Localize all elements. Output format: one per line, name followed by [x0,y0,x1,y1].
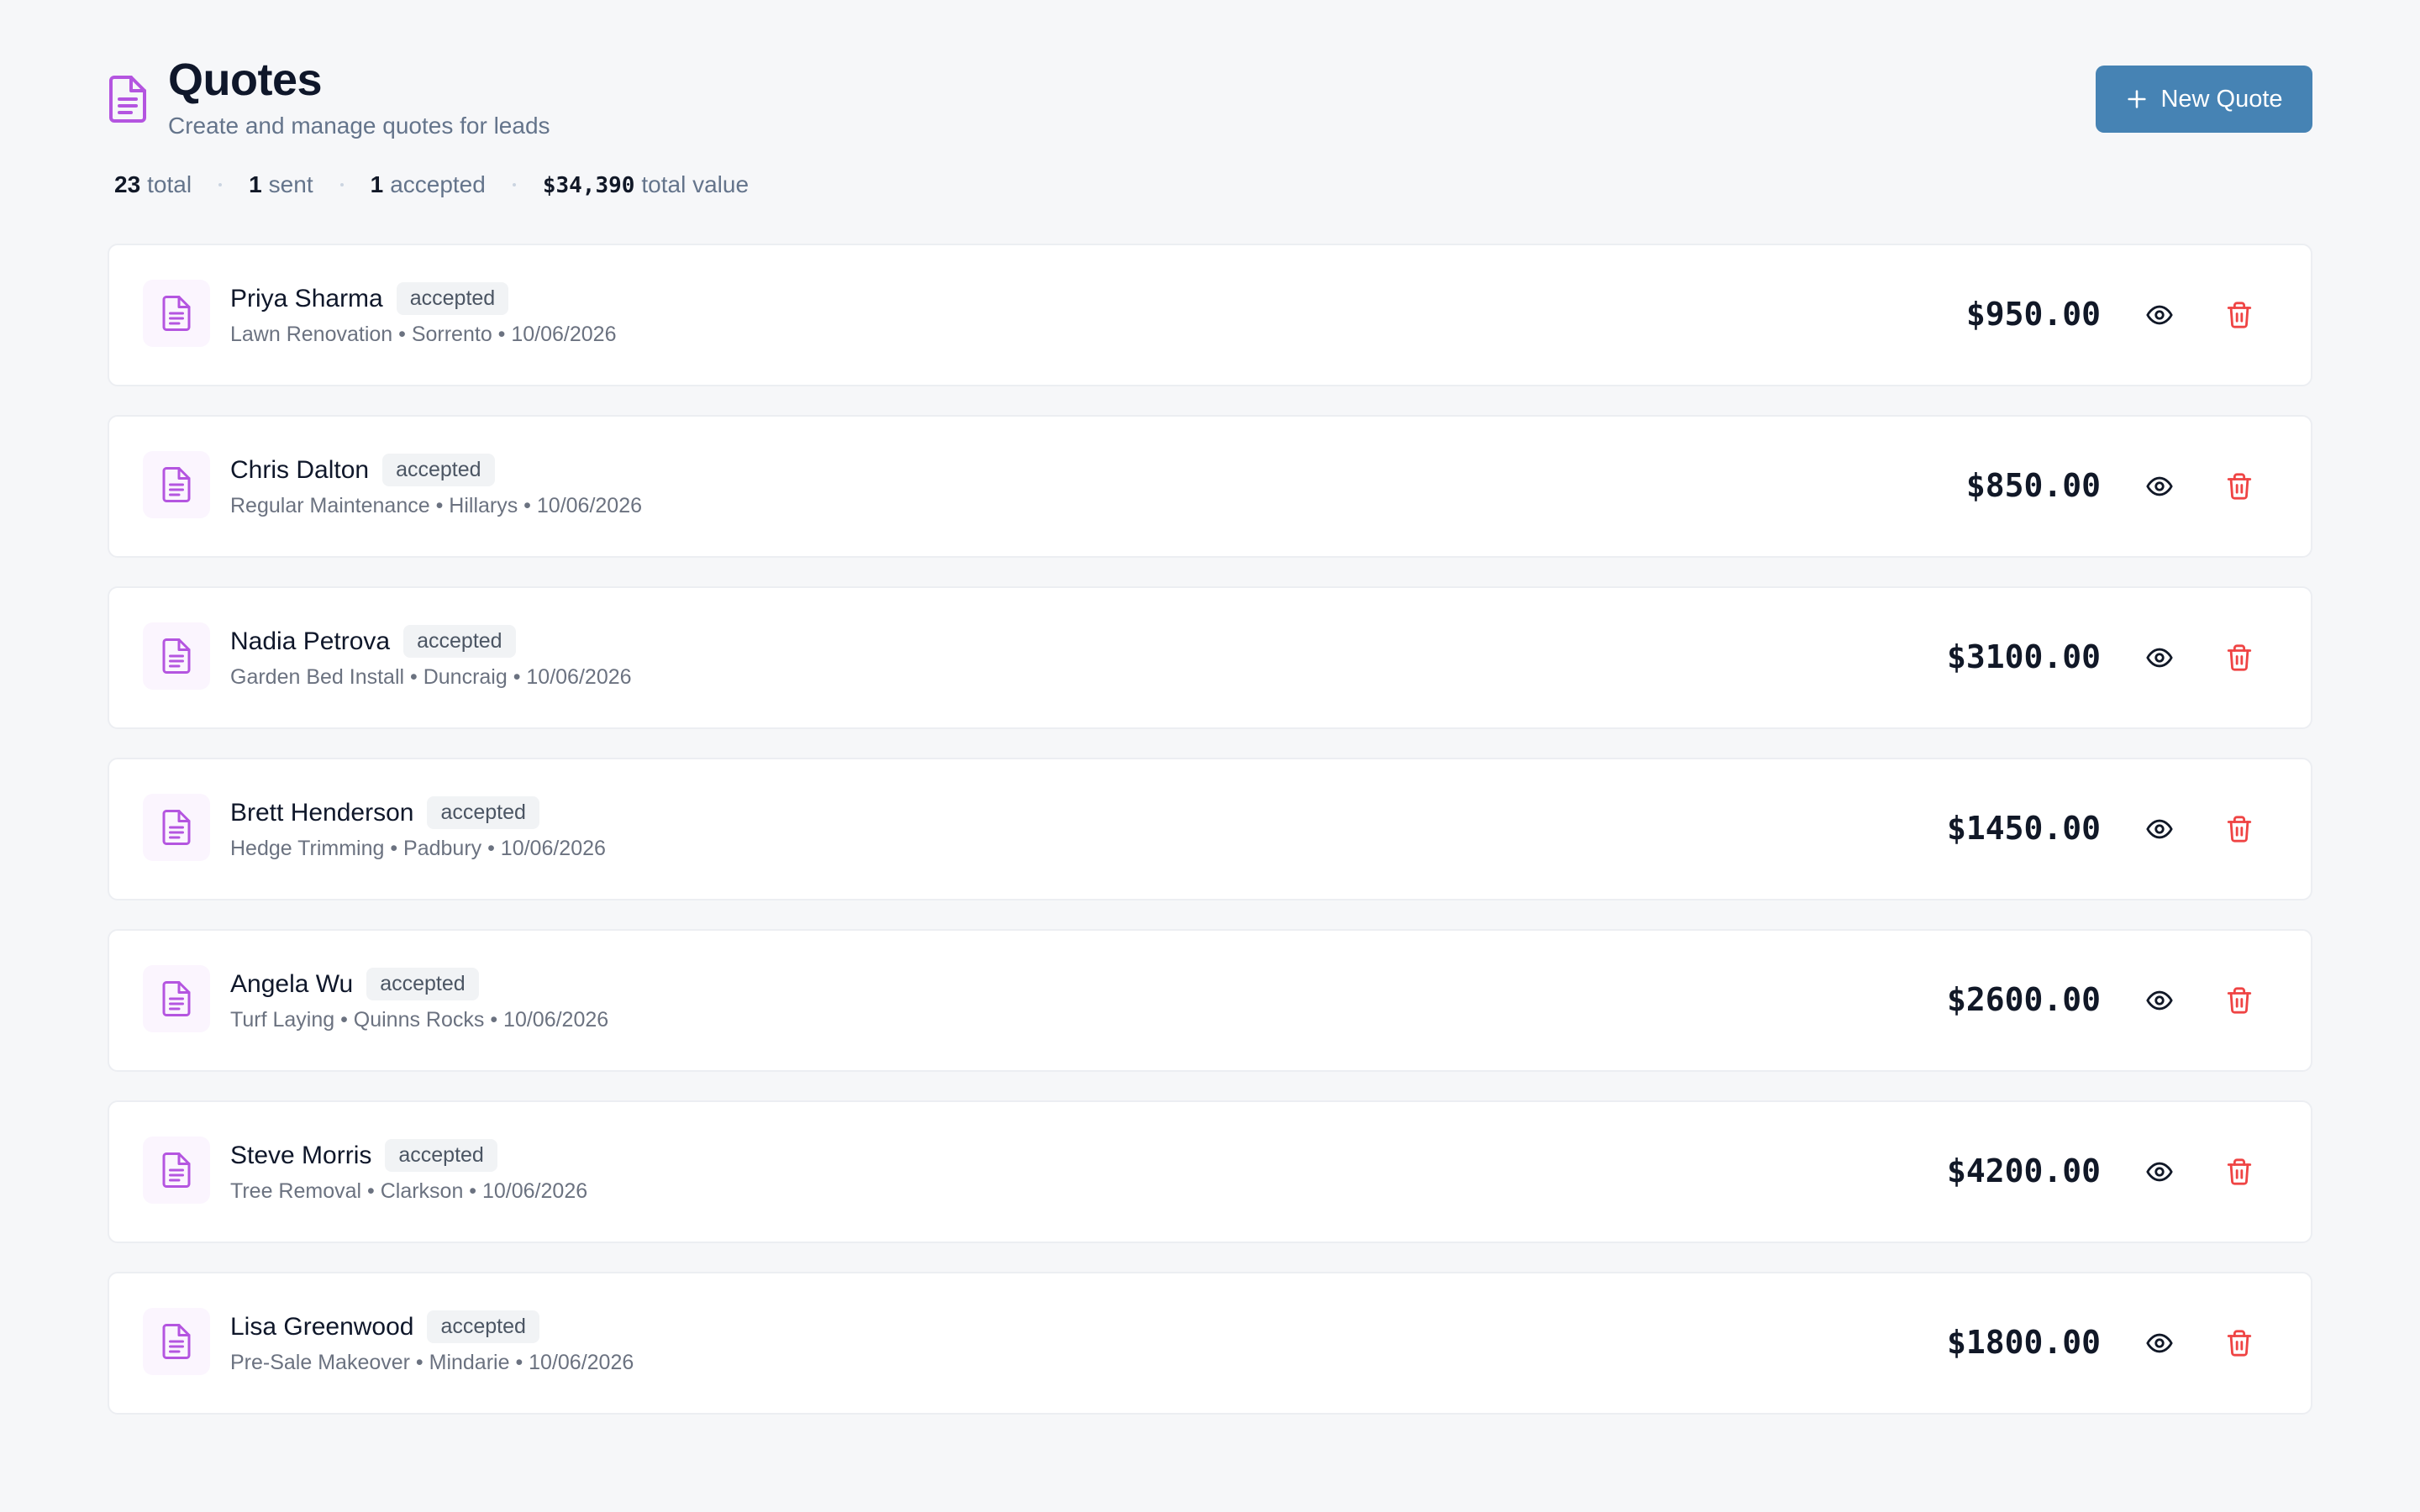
eye-icon[interactable] [2143,984,2176,1017]
quote-header: Priya Sharma accepted [230,282,509,315]
quote-details: Hedge Trimming • Padbury • 10/06/2026 [230,837,606,860]
stat-total-value-amount: $34,390 [542,173,635,198]
quote-amount: $850.00 [1965,467,2101,504]
quotes-page: Quotes Create and manage quotes for lead… [0,0,2420,1512]
quote-details: Tree Removal • Clarkson • 10/06/2026 [230,1179,588,1203]
eye-icon[interactable] [2143,641,2176,675]
client-name: Steve Morris [230,1141,372,1169]
trash-icon[interactable] [2223,298,2256,332]
quote-amount: $2600.00 [1946,981,2101,1018]
quote-list: Priya Sharma accepted Lawn Renovation • … [108,244,2312,1443]
quote-document-icon [143,794,210,861]
trash-icon[interactable] [2223,984,2256,1017]
new-quote-label: New Quote [2160,85,2283,113]
status-badge: accepted [385,1139,497,1172]
client-name: Priya Sharma [230,284,383,312]
stat-total: 23 total [114,171,192,198]
stat-accepted-label: accepted [390,171,486,197]
quote-card[interactable]: Lisa Greenwood accepted Pre-Sale Makeove… [108,1272,2312,1415]
quote-details: Pre-Sale Makeover • Mindarie • 10/06/202… [230,1351,634,1374]
separator-dot [339,183,344,186]
quote-header: Steve Morris accepted [230,1139,497,1172]
client-name: Chris Dalton [230,455,370,484]
quote-card[interactable]: Nadia Petrova accepted Garden Bed Instal… [108,586,2312,729]
quote-amount: $950.00 [1965,296,2101,333]
quote-header: Angela Wu accepted [230,968,479,1000]
eye-icon[interactable] [2143,1155,2176,1189]
quote-card[interactable]: Priya Sharma accepted Lawn Renovation • … [108,244,2312,386]
trash-icon[interactable] [2223,1326,2256,1360]
quote-document-icon [143,280,210,347]
eye-icon[interactable] [2143,812,2176,846]
stat-total-count: 23 [114,171,141,197]
quote-card[interactable]: Chris Dalton accepted Regular Maintenanc… [108,415,2312,558]
page-subtitle: Create and manage quotes for leads [168,113,550,139]
trash-icon[interactable] [2223,470,2256,503]
client-name: Nadia Petrova [230,627,391,655]
quote-card[interactable]: Angela Wu accepted Turf Laying • Quinns … [108,929,2312,1072]
trash-icon[interactable] [2223,1155,2256,1189]
quote-amount: $3100.00 [1946,638,2101,675]
status-badge: accepted [427,1310,539,1343]
status-badge: accepted [396,282,509,315]
client-name: Brett Henderson [230,798,414,827]
client-name: Lisa Greenwood [230,1312,414,1341]
stat-total-label: total [147,171,192,197]
document-icon [108,76,148,123]
quote-card[interactable]: Brett Henderson accepted Hedge Trimming … [108,758,2312,900]
stat-sent-count: 1 [249,171,262,197]
stat-accepted: 1 accepted [371,171,486,198]
page-title: Quotes [168,55,323,105]
quote-details: Regular Maintenance • Hillarys • 10/06/2… [230,494,643,517]
stat-sent: 1 sent [249,171,313,198]
plus-icon [2125,87,2149,111]
quote-amount: $4200.00 [1946,1152,2101,1189]
quote-header: Brett Henderson accepted [230,796,539,829]
quote-document-icon [143,1137,210,1204]
stat-accepted-count: 1 [370,171,384,197]
stat-total-value-label: total value [641,171,750,197]
quote-document-icon [143,451,210,518]
quote-header: Chris Dalton accepted [230,454,495,486]
client-name: Angela Wu [230,969,354,998]
stat-total-value: $34,390 total value [543,171,749,198]
status-badge: accepted [366,968,479,1000]
quote-details: Garden Bed Install • Duncraig • 10/06/20… [230,665,632,689]
trash-icon[interactable] [2223,641,2256,675]
quote-details: Lawn Renovation • Sorrento • 10/06/2026 [230,323,617,346]
quote-amount: $1450.00 [1946,810,2101,847]
quote-document-icon [143,622,210,690]
stat-sent-label: sent [268,171,313,197]
quote-card[interactable]: Steve Morris accepted Tree Removal • Cla… [108,1100,2312,1243]
eye-icon[interactable] [2143,1326,2176,1360]
eye-icon[interactable] [2143,470,2176,503]
status-badge: accepted [403,625,516,658]
quote-document-icon [143,1308,210,1375]
eye-icon[interactable] [2143,298,2176,332]
separator-dot [218,183,223,186]
status-badge: accepted [427,796,539,829]
status-badge: accepted [382,454,495,486]
quote-stats: 23 total 1 sent 1 accepted $34,390 total… [114,171,749,198]
new-quote-button[interactable]: New Quote [2096,66,2312,133]
quote-details: Turf Laying • Quinns Rocks • 10/06/2026 [230,1008,609,1032]
quote-amount: $1800.00 [1946,1324,2101,1361]
quote-header: Lisa Greenwood accepted [230,1310,539,1343]
separator-dot [512,183,516,186]
quote-document-icon [143,965,210,1032]
quote-header: Nadia Petrova accepted [230,625,516,658]
trash-icon[interactable] [2223,812,2256,846]
